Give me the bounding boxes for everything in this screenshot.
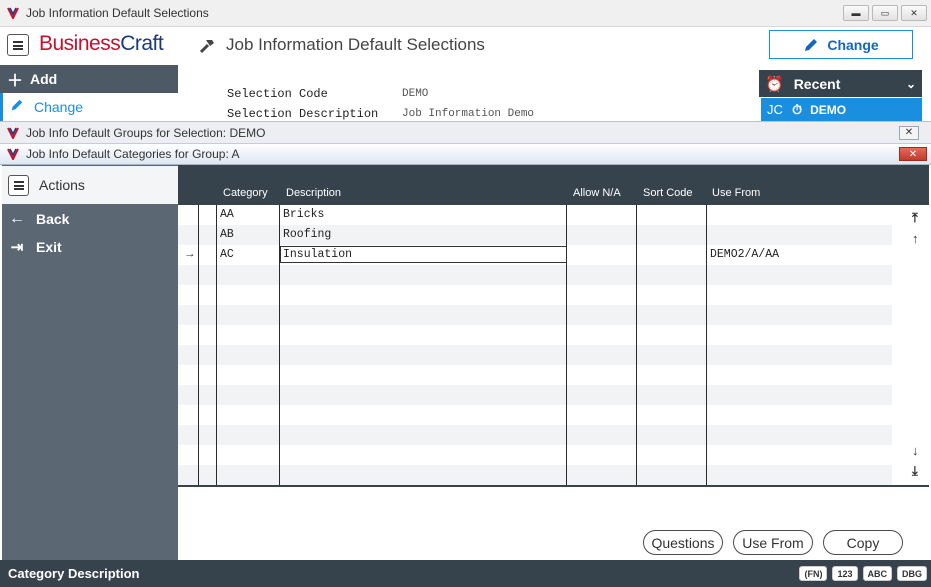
description-edit-field[interactable]: Insulation	[280, 246, 567, 263]
minimize-button[interactable]: ▬	[843, 5, 869, 21]
categories-close-button[interactable]: ✕	[899, 147, 927, 161]
groups-close-button[interactable]: ✕	[899, 125, 919, 140]
column-divider	[279, 205, 280, 485]
current-row-arrow-icon: →	[184, 248, 196, 260]
table-row[interactable]: AB Roofing	[178, 225, 892, 245]
selection-description-value: Job Information Demo	[402, 108, 535, 120]
exit-icon: ⇥	[10, 239, 24, 256]
selection-code-label: Selection Code	[227, 87, 328, 101]
pencil-icon	[3, 98, 30, 117]
status-badge-dbg[interactable]: DBG	[897, 566, 927, 581]
column-divider	[636, 205, 637, 485]
app-logo-icon	[7, 7, 19, 19]
column-header-use-from[interactable]: Use From	[712, 187, 760, 199]
actions-menu[interactable]: Actions	[2, 166, 178, 204]
close-button[interactable]: ✕	[901, 5, 927, 21]
selection-code-value: DEMO	[402, 88, 429, 100]
table-row[interactable]	[178, 305, 892, 325]
plus-icon: ＋	[6, 73, 23, 90]
column-header-allow-na[interactable]: Allow N/A	[573, 187, 621, 199]
table-row[interactable]	[178, 445, 892, 465]
use-from-button[interactable]: Use From	[733, 530, 813, 555]
column-divider	[216, 205, 217, 485]
recent-item-badge: JC	[767, 102, 783, 117]
table-row[interactable]	[178, 285, 892, 305]
categories-window-title: Job Info Default Categories for Group: A	[26, 147, 240, 161]
cell-category: AA	[220, 208, 234, 221]
groups-window-title: Job Info Default Groups for Selection: D…	[26, 125, 266, 140]
table-row[interactable]	[178, 345, 892, 365]
chevron-down-icon: ⌄	[905, 76, 916, 91]
hammer-icon	[198, 37, 216, 60]
scroll-top-icon[interactable]: ⤒	[912, 210, 918, 226]
scroll-bottom-icon[interactable]: ⤓	[912, 463, 918, 479]
window-title: Job Information Default Selections	[26, 6, 209, 20]
table-row[interactable]	[178, 425, 892, 445]
recent-item-label: DEMO	[810, 102, 847, 117]
grid-bottom-border	[178, 485, 929, 487]
cell-description: Roofing	[283, 228, 332, 241]
status-badge-fn[interactable]: (FN)	[799, 566, 828, 581]
groups-window-titlebar: Job Info Default Groups for Selection: D…	[0, 121, 931, 144]
nav-change[interactable]: Change	[0, 93, 178, 121]
app-logo-icon	[7, 148, 19, 160]
maximize-button[interactable]: ▭	[872, 5, 898, 21]
status-badge-123[interactable]: 123	[832, 566, 858, 581]
alarm-clock-icon: ⏰	[765, 75, 784, 93]
column-divider	[198, 205, 199, 485]
header-change-button[interactable]: Change	[769, 30, 913, 59]
categories-window-titlebar: Job Info Default Categories for Group: A…	[0, 144, 931, 165]
categories-grid: AA Bricks AB Roofing → AC Insulation DEM…	[178, 205, 908, 485]
page-title: Job Information Default Selections	[226, 35, 485, 54]
window-titlebar: Job Information Default Selections ▬ ▭ ✕	[0, 0, 931, 27]
cell-category: AB	[220, 228, 234, 241]
column-header-category[interactable]: Category	[223, 187, 268, 199]
column-header-description[interactable]: Description	[286, 187, 341, 199]
table-row[interactable]: AA Bricks	[178, 205, 892, 225]
table-row[interactable]: → AC Insulation DEMO2/A/AA	[178, 245, 892, 265]
arrow-left-icon: ←	[9, 210, 25, 227]
table-row[interactable]	[178, 365, 892, 385]
selection-description-label: Selection Description	[227, 107, 379, 121]
recent-item-demo[interactable]: JC ⏱ DEMO	[761, 98, 922, 121]
cell-use-from: DEMO2/A/AA	[710, 248, 780, 261]
status-text: Category Description	[8, 566, 140, 581]
stopwatch-icon: ⏱	[792, 101, 803, 117]
main-menu-button[interactable]	[7, 34, 29, 56]
column-divider	[566, 205, 567, 485]
column-divider	[706, 205, 707, 485]
actions-menu-icon	[8, 174, 29, 196]
sidebar-exit[interactable]: ⇥ Exit	[2, 234, 178, 260]
table-row[interactable]	[178, 385, 892, 405]
recent-panel-header[interactable]: ⏰ Recent ⌄	[759, 70, 922, 97]
app-logo-icon	[7, 127, 19, 139]
status-bar: Category Description (FN) 123 ABC DBG	[0, 560, 931, 587]
cell-description: Bricks	[283, 208, 325, 221]
table-row[interactable]	[178, 325, 892, 345]
copy-button[interactable]: Copy	[823, 530, 903, 555]
hamburger-icon	[13, 40, 23, 50]
cell-category: AC	[220, 248, 234, 261]
table-row[interactable]	[178, 465, 892, 485]
column-header-sort-code[interactable]: Sort Code	[643, 187, 693, 199]
table-row[interactable]	[178, 405, 892, 425]
nav-add[interactable]: ＋ Add	[0, 65, 178, 93]
questions-button[interactable]: Questions	[643, 530, 723, 555]
table-row[interactable]	[178, 265, 892, 285]
brand-logo: BusinessCraft	[39, 32, 164, 55]
sidebar-back[interactable]: ← Back	[2, 206, 178, 232]
pencil-icon	[805, 38, 818, 51]
status-badge-abc[interactable]: ABC	[862, 566, 892, 581]
grid-scrollbar[interactable]: ⤒ ↑ ↓ ⤓	[908, 205, 929, 485]
scroll-down-icon[interactable]: ↓	[912, 443, 919, 458]
grid-header: Category Description Allow N/A Sort Code…	[178, 165, 929, 205]
scroll-up-icon[interactable]: ↑	[912, 231, 919, 246]
